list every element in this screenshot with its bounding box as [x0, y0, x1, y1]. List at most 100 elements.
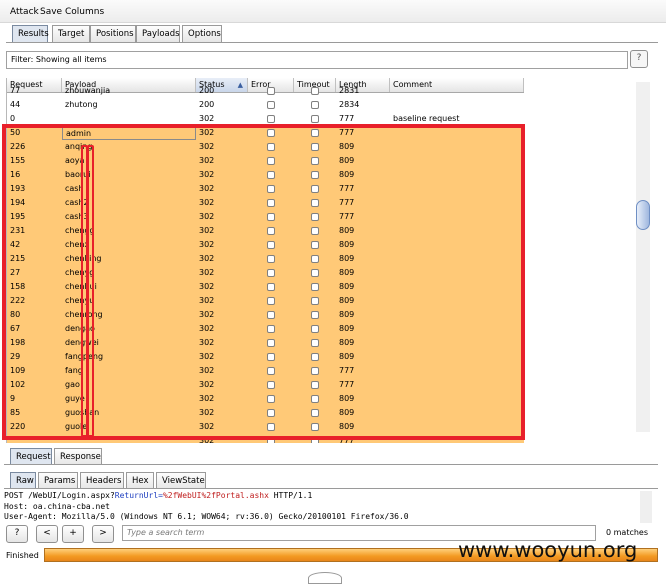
- table-row[interactable]: 194 cash2 302 777: [7, 196, 524, 210]
- table-row[interactable]: 0 302 777 baseline request: [7, 112, 524, 126]
- timeout-checkbox[interactable]: [311, 325, 319, 333]
- tab-results[interactable]: Results: [12, 25, 49, 42]
- error-checkbox[interactable]: [267, 381, 275, 389]
- table-row[interactable]: 220 guolei 302 809: [7, 420, 524, 434]
- error-checkbox[interactable]: [267, 395, 275, 403]
- timeout-checkbox[interactable]: [311, 381, 319, 389]
- table-row[interactable]: 198 dengwei 302 809: [7, 336, 524, 350]
- error-checkbox[interactable]: [267, 199, 275, 207]
- table-row[interactable]: 302 777: [7, 434, 524, 443]
- error-checkbox[interactable]: [267, 101, 275, 109]
- timeout-checkbox[interactable]: [311, 269, 319, 277]
- error-checkbox[interactable]: [267, 297, 275, 305]
- table-row[interactable]: 9 guye 302 809: [7, 392, 524, 406]
- table-row[interactable]: 226 anqing 302 809: [7, 140, 524, 154]
- timeout-checkbox[interactable]: [311, 297, 319, 305]
- error-checkbox[interactable]: [267, 115, 275, 123]
- table-row[interactable]: 158 chenhui 302 809: [7, 280, 524, 294]
- table-row[interactable]: 193 cash 302 777: [7, 182, 524, 196]
- table-row[interactable]: 16 baorui 302 809: [7, 168, 524, 182]
- timeout-checkbox[interactable]: [311, 311, 319, 319]
- table-row[interactable]: 29 fangpeng 302 809: [7, 350, 524, 364]
- search-options-button[interactable]: +: [62, 525, 84, 543]
- timeout-checkbox[interactable]: [311, 115, 319, 123]
- menu-save[interactable]: Save: [40, 7, 62, 17]
- table-row[interactable]: 102 gao 302 777: [7, 378, 524, 392]
- table-row[interactable]: 77 zhouwanjia 200 2831: [7, 84, 524, 98]
- timeout-checkbox[interactable]: [311, 87, 319, 95]
- timeout-checkbox[interactable]: [311, 395, 319, 403]
- error-checkbox[interactable]: [267, 423, 275, 431]
- timeout-checkbox[interactable]: [311, 227, 319, 235]
- error-checkbox[interactable]: [267, 213, 275, 221]
- timeout-checkbox[interactable]: [311, 255, 319, 263]
- timeout-checkbox[interactable]: [311, 157, 319, 165]
- timeout-checkbox[interactable]: [311, 101, 319, 109]
- timeout-checkbox[interactable]: [311, 437, 319, 443]
- search-help-button[interactable]: ?: [6, 525, 28, 543]
- error-checkbox[interactable]: [267, 157, 275, 165]
- error-checkbox[interactable]: [267, 129, 275, 137]
- tab-positions[interactable]: Positions: [90, 25, 136, 42]
- error-checkbox[interactable]: [267, 269, 275, 277]
- error-checkbox[interactable]: [267, 353, 275, 361]
- error-checkbox[interactable]: [267, 409, 275, 417]
- menu-columns[interactable]: Columns: [65, 7, 104, 17]
- error-checkbox[interactable]: [267, 241, 275, 249]
- filter-bar[interactable]: Filter: Showing all items: [6, 51, 628, 69]
- error-checkbox[interactable]: [267, 227, 275, 235]
- table-row[interactable]: 155 aoya 302 809: [7, 154, 524, 168]
- table-row[interactable]: 67 dengao 302 809: [7, 322, 524, 336]
- timeout-checkbox[interactable]: [311, 129, 319, 137]
- menu-attack[interactable]: Attack: [10, 7, 39, 17]
- timeout-checkbox[interactable]: [311, 367, 319, 375]
- tab-viewstate[interactable]: ViewState: [156, 472, 206, 489]
- error-checkbox[interactable]: [267, 143, 275, 151]
- timeout-checkbox[interactable]: [311, 241, 319, 249]
- timeout-checkbox[interactable]: [311, 283, 319, 291]
- table-scrollbar-thumb[interactable]: [636, 200, 650, 230]
- timeout-checkbox[interactable]: [311, 199, 319, 207]
- error-checkbox[interactable]: [267, 255, 275, 263]
- table-row[interactable]: 109 fang 302 777: [7, 364, 524, 378]
- table-row[interactable]: 42 chenx 302 809: [7, 238, 524, 252]
- raw-request-text[interactable]: POST /WebUI/Login.aspx?ReturnUrl=%2fWebU…: [4, 491, 636, 523]
- request-scrollbar[interactable]: [640, 491, 652, 523]
- table-row[interactable]: 222 chenyu 302 809: [7, 294, 524, 308]
- tab-raw[interactable]: Raw: [10, 472, 36, 489]
- timeout-checkbox[interactable]: [311, 185, 319, 193]
- error-checkbox[interactable]: [267, 437, 275, 443]
- timeout-checkbox[interactable]: [311, 143, 319, 151]
- timeout-checkbox[interactable]: [311, 339, 319, 347]
- error-checkbox[interactable]: [267, 367, 275, 375]
- timeout-checkbox[interactable]: [311, 423, 319, 431]
- tab-response[interactable]: Response: [54, 448, 102, 465]
- timeout-checkbox[interactable]: [311, 353, 319, 361]
- search-next-button[interactable]: >: [92, 525, 114, 543]
- table-row[interactable]: 215 chenking 302 809: [7, 252, 524, 266]
- tab-params[interactable]: Params: [38, 472, 78, 489]
- search-prev-button[interactable]: <: [36, 525, 58, 543]
- table-row[interactable]: 44 zhutong 200 2834: [7, 98, 524, 112]
- error-checkbox[interactable]: [267, 311, 275, 319]
- error-checkbox[interactable]: [267, 325, 275, 333]
- table-row[interactable]: 27 chenyg 302 809: [7, 266, 524, 280]
- table-row[interactable]: 195 cash3 302 777: [7, 210, 524, 224]
- help-button[interactable]: ?: [630, 50, 648, 68]
- tab-hex[interactable]: Hex: [126, 472, 154, 489]
- error-checkbox[interactable]: [267, 171, 275, 179]
- tab-payloads[interactable]: Payloads: [136, 25, 180, 42]
- error-checkbox[interactable]: [267, 87, 275, 95]
- table-row[interactable]: 231 chengg 302 809: [7, 224, 524, 238]
- timeout-checkbox[interactable]: [311, 213, 319, 221]
- timeout-checkbox[interactable]: [311, 171, 319, 179]
- error-checkbox[interactable]: [267, 185, 275, 193]
- table-scrollbar[interactable]: [636, 82, 650, 432]
- tab-options[interactable]: Options: [182, 25, 222, 42]
- table-row[interactable]: 80 chenrong 302 809: [7, 308, 524, 322]
- error-checkbox[interactable]: [267, 283, 275, 291]
- tab-target[interactable]: Target: [52, 25, 90, 42]
- timeout-checkbox[interactable]: [311, 409, 319, 417]
- table-row[interactable]: 85 guoshan 302 809: [7, 406, 524, 420]
- tab-headers[interactable]: Headers: [80, 472, 124, 489]
